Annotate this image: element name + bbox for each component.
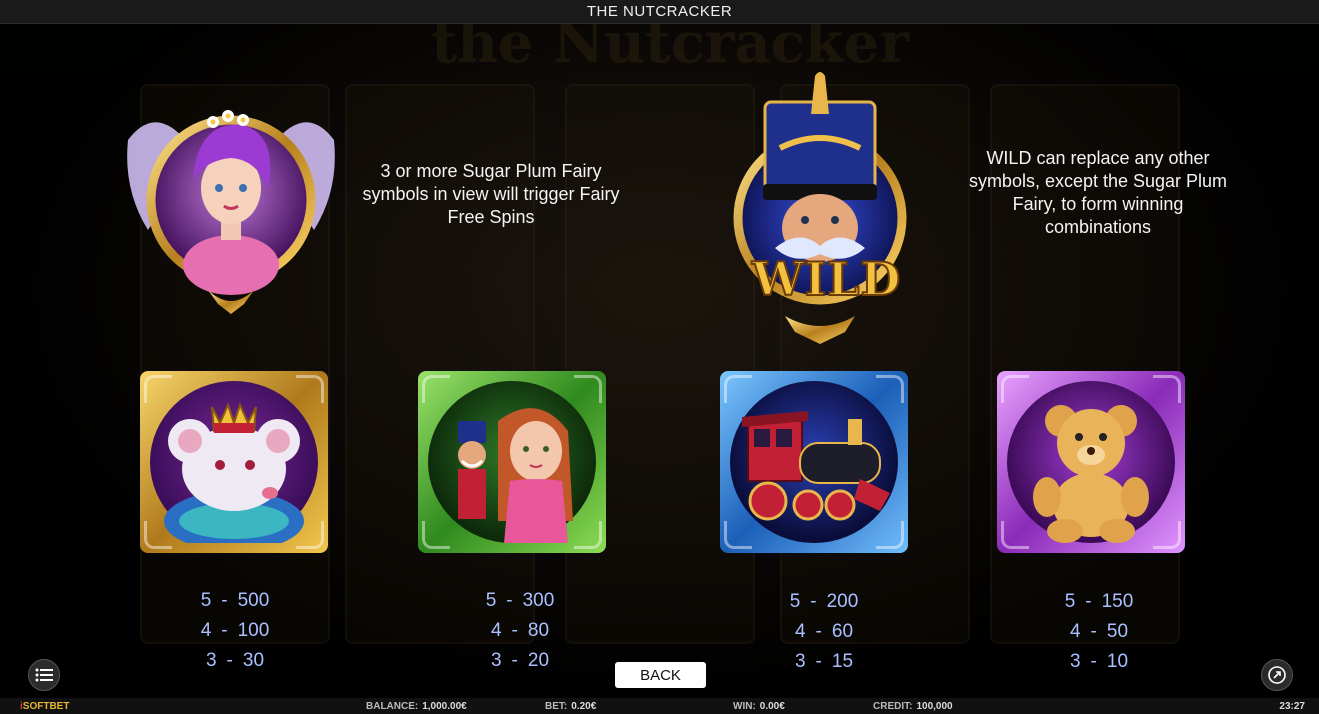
share-button[interactable] [1261,659,1293,691]
credit-display: CREDIT: 100,000 [873,700,953,712]
teddy-bear-icon [1033,405,1149,543]
clara-symbol [418,371,606,553]
pay-row: 5-150 [1064,591,1134,612]
toy-train-paytable: 5-200 4-60 3-15 [764,587,884,677]
pay-row: 4-100 [200,620,270,641]
pay-row: 5-500 [200,590,270,611]
scatter-description: 3 or more Sugar Plum Fairy symbols in vi… [362,161,620,227]
pay-row: 4-60 [794,621,854,642]
bet-display: BET: 0.20€ [545,700,597,712]
teddy-bear-paytable: 5-150 4-50 3-10 [1039,587,1159,677]
paytable-panel: the Nutcracker 3 or more Sugar Plum Fair… [0,24,1319,698]
mouse-king-paytable: 5-500 4-100 3-30 [175,586,295,676]
sugar-plum-fairy-icon [127,110,335,314]
menu-icon [35,668,53,682]
back-button[interactable]: BACK [615,662,706,688]
pay-row: 4-80 [490,620,550,641]
balance-display: BALANCE: 1,000.00€ [366,700,467,712]
clock: 23:27 [1279,700,1305,712]
mouse-king-symbol [140,371,328,553]
teddy-bear-symbol [997,371,1185,553]
clara-icon [458,408,573,543]
pay-row: 3-10 [1069,651,1129,672]
pay-row: 3-20 [490,650,550,671]
toy-train-icon [742,411,890,521]
mouse-king-icon [164,402,304,543]
toy-train-symbol [720,371,908,553]
menu-button[interactable] [28,659,60,691]
external-link-icon [1268,666,1286,684]
pay-row: 5-300 [485,590,555,611]
wild-badge: WILD [751,251,902,307]
clara-paytable: 5-300 4-80 3-20 [460,586,580,676]
pay-row: 4-50 [1069,621,1129,642]
pay-row: 3-30 [205,650,265,671]
status-bar: iSOFTBET BALANCE: 1,000.00€ BET: 0.20€ WIN… [0,698,1319,714]
win-display: WIN: 0.00€ [733,700,785,712]
brand-logo: iSOFTBET [20,700,70,712]
pay-row: 3-15 [794,651,854,672]
wild-description: WILD can replace any other symbols, exce… [968,148,1228,237]
window-title: THE NUTCRACKER [0,0,1319,24]
pay-row: 5-200 [789,591,859,612]
